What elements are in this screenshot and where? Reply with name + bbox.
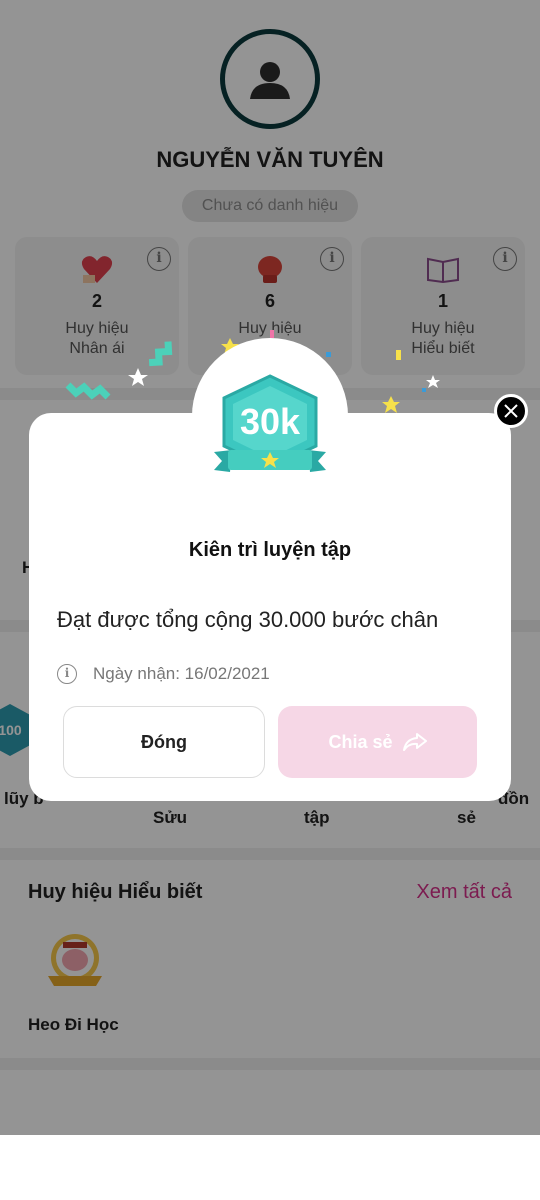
share-arrow-icon — [402, 733, 427, 751]
received-date: Ngày nhận: 16/02/2021 — [93, 664, 270, 683]
close-icon — [504, 404, 518, 418]
share-button-label: Chia sẻ — [328, 731, 393, 752]
modal-title: Kiên trì luyện tập — [188, 539, 352, 561]
info-icon: i — [57, 664, 77, 684]
dismiss-button[interactable]: Đóng — [63, 706, 265, 778]
received-date-row: i Ngày nhận: 16/02/2021 — [57, 664, 270, 684]
modal-description: Đạt được tổng cộng 30.000 bước chân — [57, 607, 439, 632]
svg-text:30k: 30k — [240, 401, 301, 442]
share-button[interactable]: Chia sẻ — [278, 706, 477, 778]
steps-30k-badge-icon: 30k — [212, 372, 328, 484]
close-modal-button[interactable] — [494, 394, 528, 428]
bottom-area — [0, 1135, 540, 1200]
